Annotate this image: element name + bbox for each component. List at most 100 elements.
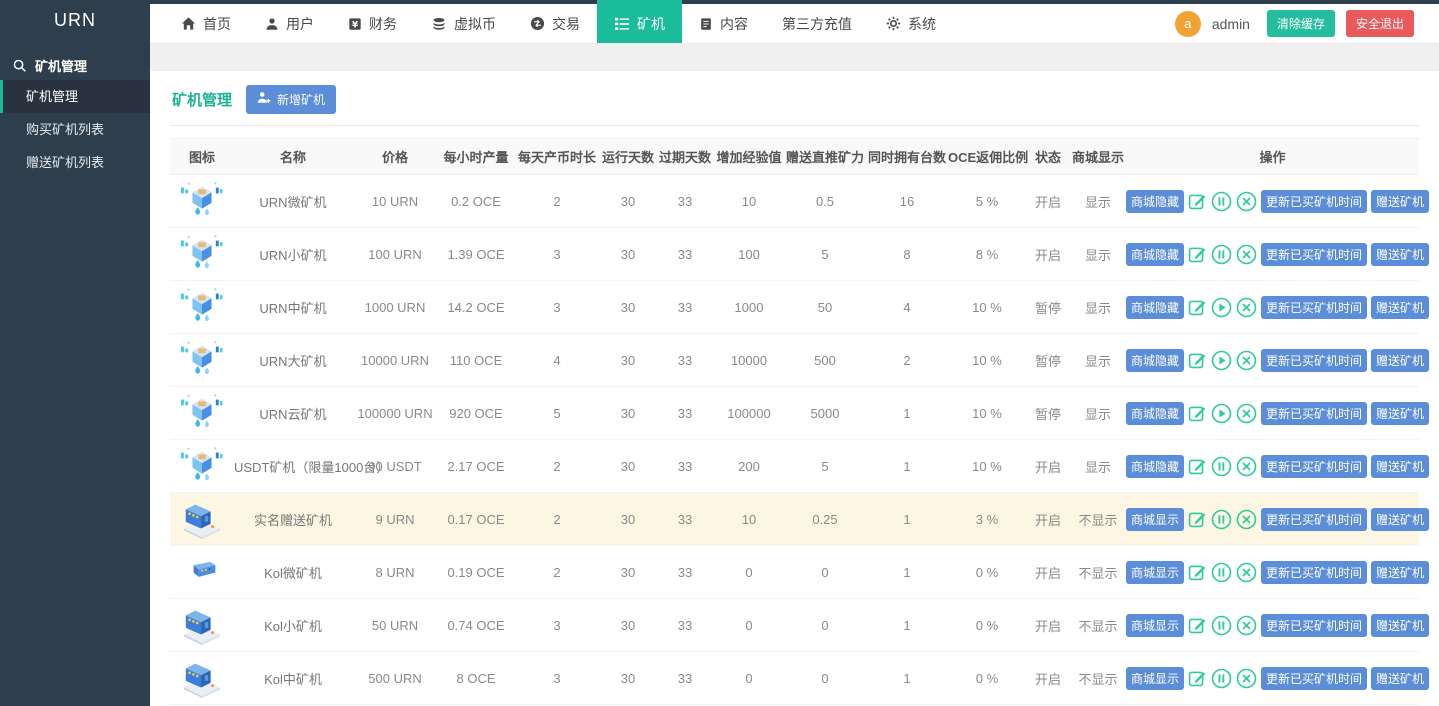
pause-icon[interactable] bbox=[1211, 191, 1232, 212]
close-icon[interactable] bbox=[1236, 668, 1257, 689]
edit-icon[interactable] bbox=[1188, 510, 1207, 529]
edit-icon[interactable] bbox=[1188, 563, 1207, 582]
update-bought-time-button[interactable]: 更新已买矿机时间 bbox=[1261, 666, 1368, 690]
pause-icon[interactable] bbox=[1211, 668, 1232, 689]
nav-item-矿机[interactable]: 矿机 bbox=[597, 0, 682, 43]
daily-coin-hours: 3 bbox=[553, 617, 561, 633]
update-bought-time-button[interactable]: 更新已买矿机时间 bbox=[1261, 613, 1368, 637]
edit-icon[interactable] bbox=[1188, 298, 1207, 317]
close-icon[interactable] bbox=[1236, 403, 1257, 424]
run-days: 30 bbox=[620, 458, 636, 474]
gift-miner-button[interactable]: 赠送矿机 bbox=[1371, 401, 1430, 425]
pause-icon[interactable] bbox=[1211, 244, 1232, 265]
edit-icon[interactable] bbox=[1188, 192, 1207, 211]
sidebar-group-miner-management[interactable]: 矿机管理 bbox=[0, 50, 150, 80]
shop-toggle-button[interactable]: 商城显示 bbox=[1126, 613, 1185, 637]
clear-cache-button[interactable]: 清除缓存 bbox=[1266, 10, 1335, 37]
expire-days: 33 bbox=[677, 617, 693, 633]
column-header-操作: 操作 bbox=[1126, 138, 1419, 175]
pause-icon[interactable] bbox=[1211, 562, 1232, 583]
shop-toggle-button[interactable]: 商城隐藏 bbox=[1126, 242, 1185, 266]
oce-rebate: 10 % bbox=[972, 405, 1002, 421]
close-icon[interactable] bbox=[1236, 297, 1257, 318]
hourly-output: 14.2 OCE bbox=[447, 299, 505, 315]
table-row: URN微矿机 10 URN 0.2 OCE 2 30 33 10 0.5 16 5 % 开启 显示 商城… bbox=[170, 175, 1430, 228]
actions-cell: 商城显示 更新已买矿机时间 赠送矿机 bbox=[1126, 546, 1430, 599]
miner-name: 实名赠送矿机 bbox=[253, 512, 332, 528]
table-row: USDT矿机（限量1000台） 90 USDT 2.17 OCE 2 30 33 200 5 1… bbox=[170, 440, 1430, 493]
play-icon[interactable] bbox=[1211, 403, 1232, 424]
sidebar-item-购买矿机列表[interactable]: 购买矿机列表 bbox=[0, 113, 150, 146]
run-days: 30 bbox=[620, 670, 636, 686]
close-icon[interactable] bbox=[1236, 509, 1257, 530]
nav-item-首页[interactable]: 首页 bbox=[164, 0, 248, 43]
shop-toggle-button[interactable]: 商城隐藏 bbox=[1126, 189, 1185, 213]
user-add-icon bbox=[257, 91, 271, 107]
sidebar-item-赠送矿机列表[interactable]: 赠送矿机列表 bbox=[0, 146, 150, 179]
play-icon[interactable] bbox=[1211, 350, 1232, 371]
gift-miner-button[interactable]: 赠送矿机 bbox=[1371, 295, 1430, 319]
miner-name: URN中矿机 bbox=[259, 300, 327, 316]
close-icon[interactable] bbox=[1236, 350, 1257, 371]
update-bought-time-button[interactable]: 更新已买矿机时间 bbox=[1261, 560, 1368, 584]
update-bought-time-button[interactable]: 更新已买矿机时间 bbox=[1261, 507, 1368, 531]
update-bought-time-button[interactable]: 更新已买矿机时间 bbox=[1261, 454, 1368, 478]
pause-icon[interactable] bbox=[1211, 509, 1232, 530]
avatar[interactable]: a bbox=[1174, 10, 1201, 37]
gift-miner-button[interactable]: 赠送矿机 bbox=[1371, 189, 1430, 213]
nav-item-虚拟币[interactable]: 虚拟币 bbox=[414, 0, 513, 43]
edit-icon[interactable] bbox=[1188, 669, 1207, 688]
shop-toggle-button[interactable]: 商城显示 bbox=[1126, 560, 1185, 584]
edit-icon[interactable] bbox=[1188, 404, 1207, 423]
run-days: 30 bbox=[620, 299, 636, 315]
update-bought-time-button[interactable]: 更新已买矿机时间 bbox=[1261, 189, 1368, 213]
close-icon[interactable] bbox=[1236, 456, 1257, 477]
nav-item-内容[interactable]: 内容 bbox=[682, 0, 765, 43]
shop-toggle-button[interactable]: 商城显示 bbox=[1126, 507, 1185, 531]
pause-icon[interactable] bbox=[1211, 456, 1232, 477]
gift-miner-button[interactable]: 赠送矿机 bbox=[1371, 613, 1430, 637]
close-icon[interactable] bbox=[1236, 615, 1257, 636]
gift-miner-button[interactable]: 赠送矿机 bbox=[1371, 348, 1430, 372]
add-miner-button[interactable]: 新增矿机 bbox=[246, 84, 337, 114]
edit-icon[interactable] bbox=[1188, 457, 1207, 476]
update-bought-time-button[interactable]: 更新已买矿机时间 bbox=[1261, 348, 1368, 372]
daily-coin-hours: 2 bbox=[553, 193, 561, 209]
update-bought-time-button[interactable]: 更新已买矿机时间 bbox=[1261, 401, 1368, 425]
close-icon[interactable] bbox=[1236, 562, 1257, 583]
edit-icon[interactable] bbox=[1188, 245, 1207, 264]
sidebar-item-矿机管理[interactable]: 矿机管理 bbox=[0, 80, 150, 113]
gift-miner-button[interactable]: 赠送矿机 bbox=[1371, 454, 1430, 478]
nav-item-label: 矿机 bbox=[637, 15, 665, 32]
exp-gain: 1000 bbox=[734, 299, 764, 315]
nav-item-系统[interactable]: 系统 bbox=[869, 0, 953, 43]
shop-toggle-button[interactable]: 商城隐藏 bbox=[1126, 295, 1185, 319]
gift-miner-button[interactable]: 赠送矿机 bbox=[1371, 666, 1430, 690]
table-row: URN小矿机 100 URN 1.39 OCE 3 30 33 100 5 8 8 % 开启 显示 商城… bbox=[170, 228, 1430, 281]
edit-icon[interactable] bbox=[1188, 351, 1207, 370]
search-icon bbox=[12, 58, 27, 73]
top-navbar: 首页 用户 ¥ 财务 虚拟币 交易 矿机 内容 第三方充值 系统 a admin 清除缓存 安全退… bbox=[150, 0, 1439, 44]
edit-icon[interactable] bbox=[1188, 616, 1207, 635]
shop-toggle-button[interactable]: 商城显示 bbox=[1126, 666, 1185, 690]
close-icon[interactable] bbox=[1236, 191, 1257, 212]
nav-item-第三方充值[interactable]: 第三方充值 bbox=[765, 0, 869, 43]
pause-icon[interactable] bbox=[1211, 615, 1232, 636]
shop-toggle-button[interactable]: 商城隐藏 bbox=[1126, 454, 1185, 478]
gift-miner-button[interactable]: 赠送矿机 bbox=[1371, 507, 1430, 531]
nav-item-财务[interactable]: ¥ 财务 bbox=[331, 0, 414, 43]
close-icon[interactable] bbox=[1236, 244, 1257, 265]
miner-icon bbox=[614, 17, 630, 31]
shop-toggle-button[interactable]: 商城隐藏 bbox=[1126, 401, 1185, 425]
miner-name: URN大矿机 bbox=[259, 353, 327, 369]
gift-miner-button[interactable]: 赠送矿机 bbox=[1371, 242, 1430, 266]
miner-rig-icon bbox=[179, 393, 225, 436]
nav-item-用户[interactable]: 用户 bbox=[248, 0, 331, 43]
update-bought-time-button[interactable]: 更新已买矿机时间 bbox=[1261, 242, 1368, 266]
logout-button[interactable]: 安全退出 bbox=[1345, 10, 1414, 37]
gift-miner-button[interactable]: 赠送矿机 bbox=[1371, 560, 1430, 584]
update-bought-time-button[interactable]: 更新已买矿机时间 bbox=[1261, 295, 1368, 319]
nav-item-交易[interactable]: 交易 bbox=[513, 0, 597, 43]
shop-toggle-button[interactable]: 商城隐藏 bbox=[1126, 348, 1185, 372]
play-icon[interactable] bbox=[1211, 297, 1232, 318]
